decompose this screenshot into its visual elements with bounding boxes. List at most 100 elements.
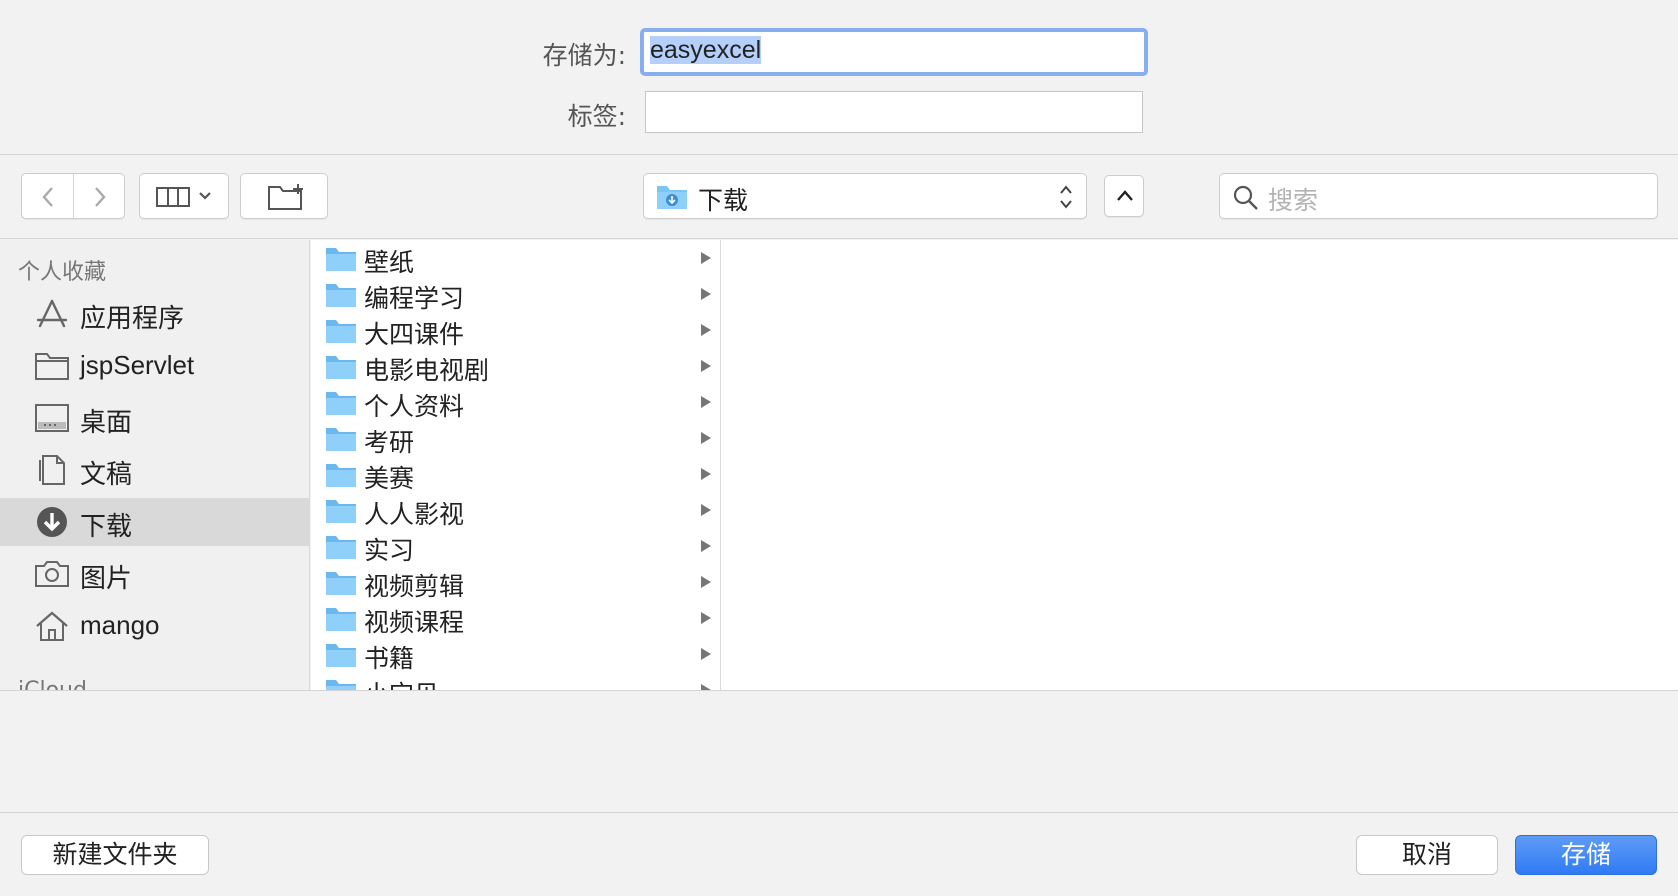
save-as-label: 存储为:: [542, 41, 626, 70]
sidebar-header-icloud: iCloud: [18, 678, 87, 690]
list-item-label: 书籍: [364, 644, 415, 673]
disclosure-arrow-icon: [701, 252, 711, 264]
save-as-field[interactable]: easyexcel: [640, 28, 1148, 76]
preview-pane: [721, 240, 1678, 690]
chevron-right-icon: [95, 187, 106, 207]
folder-icon: [326, 536, 356, 559]
divider: [0, 154, 1678, 155]
location-popup[interactable]: 下载: [643, 173, 1087, 219]
sidebar: 个人收藏 应用程序 jspServlet 桌面 文稿 下载 图片 mango: [0, 240, 310, 690]
sidebar-item-label: 桌面: [80, 407, 133, 437]
sidebar-item-label: 应用程序: [80, 303, 185, 333]
sidebar-header-favorites: 个人收藏: [18, 260, 107, 285]
list-item-label: 考研: [364, 428, 415, 457]
new-folder-button[interactable]: 新建文件夹: [21, 835, 209, 875]
list-item[interactable]: 人人影视: [311, 492, 720, 529]
chevron-up-icon: [1117, 190, 1133, 201]
list-item[interactable]: 书籍: [311, 636, 720, 673]
list-item[interactable]: 视频课程: [311, 600, 720, 637]
folder-icon: [326, 248, 356, 271]
disclosure-arrow-icon: [701, 324, 711, 336]
list-item[interactable]: 实习: [311, 528, 720, 565]
sidebar-item-downloads[interactable]: 下载: [0, 498, 309, 546]
list-item-label: 视频剪辑: [364, 572, 465, 601]
divider: [0, 812, 1678, 813]
sidebar-item-pictures[interactable]: 图片: [0, 550, 309, 598]
divider: [0, 238, 1678, 239]
sidebar-item-applications[interactable]: 应用程序: [0, 290, 309, 338]
disclosure-arrow-icon: [701, 576, 711, 588]
folder-icon: [35, 353, 69, 380]
desktop-icon: [35, 404, 69, 432]
search-field[interactable]: 搜索: [1219, 173, 1658, 219]
sidebar-item-jspservlet[interactable]: jspServlet: [0, 342, 309, 390]
folder-icon: [326, 284, 356, 307]
chevron-left-icon: [42, 187, 53, 207]
documents-icon: [39, 455, 65, 485]
pictures-icon: [35, 561, 69, 587]
chevron-down-icon: [199, 192, 211, 200]
disclosure-arrow-icon: [701, 648, 711, 660]
sidebar-item-label: 图片: [80, 563, 133, 593]
disclosure-arrow-icon: [701, 396, 711, 408]
list-item[interactable]: 壁纸: [311, 240, 720, 277]
home-icon: [36, 611, 68, 641]
list-item-label: 电影电视剧: [364, 356, 490, 385]
cancel-button[interactable]: 取消: [1356, 835, 1498, 875]
list-item-label: 编程学习: [364, 284, 465, 313]
list-item[interactable]: 大四课件: [311, 312, 720, 349]
sidebar-item-label: jspServlet: [80, 350, 195, 380]
forward-button[interactable]: [74, 174, 125, 218]
divider: [0, 690, 1678, 691]
list-item[interactable]: 小宝贝: [311, 672, 720, 690]
sidebar-item-documents[interactable]: 文稿: [0, 446, 309, 494]
list-item[interactable]: 编程学习: [311, 276, 720, 313]
columns-view-icon: [156, 187, 190, 207]
view-mode-button[interactable]: [139, 173, 229, 219]
list-item-label: 人人影视: [364, 500, 465, 529]
disclosure-arrow-icon: [701, 432, 711, 444]
list-item-label: 实习: [364, 536, 415, 565]
folder-icon: [326, 680, 356, 690]
tags-field[interactable]: [645, 91, 1143, 133]
folder-column: 壁纸编程学习大四课件电影电视剧个人资料考研美赛人人影视实习视频剪辑视频课程书籍小…: [311, 240, 721, 690]
nav-buttons: [21, 173, 125, 219]
list-item-label: 美赛: [364, 464, 415, 493]
disclosure-arrow-icon: [701, 540, 711, 552]
collapse-button[interactable]: [1104, 175, 1144, 217]
location-label: 下载: [698, 186, 749, 215]
save-button[interactable]: 存储: [1515, 835, 1657, 875]
save-as-value: easyexcel: [650, 36, 762, 64]
disclosure-arrow-icon: [701, 504, 711, 516]
folder-icon: [326, 464, 356, 487]
list-item[interactable]: 视频剪辑: [311, 564, 720, 601]
folder-icon: [326, 572, 356, 595]
sidebar-item-label: 文稿: [80, 459, 133, 489]
list-item-label: 壁纸: [364, 248, 415, 277]
search-placeholder: 搜索: [1268, 186, 1319, 215]
folder-icon: [326, 608, 356, 631]
back-button[interactable]: [22, 174, 73, 218]
disclosure-arrow-icon: [701, 360, 711, 372]
list-item[interactable]: 个人资料: [311, 384, 720, 421]
list-item-label: 个人资料: [364, 392, 465, 421]
list-item-label: 小宝贝: [364, 675, 439, 690]
folder-icon: [326, 320, 356, 343]
list-item[interactable]: 考研: [311, 420, 720, 457]
folder-icon: [326, 644, 356, 667]
folder-icon: [326, 356, 356, 379]
list-item-label: 大四课件: [364, 320, 465, 349]
disclosure-arrow-icon: [701, 468, 711, 480]
disclosure-arrow-icon: [701, 612, 711, 624]
list-item[interactable]: 电影电视剧: [311, 348, 720, 385]
downloads-icon: [37, 507, 67, 537]
new-folder-toolbar-button[interactable]: [240, 173, 328, 219]
folder-icon: [326, 392, 356, 415]
tags-label: 标签:: [567, 102, 626, 131]
sidebar-item-label: 下载: [80, 511, 133, 541]
sidebar-item-desktop[interactable]: 桌面: [0, 394, 309, 442]
list-item[interactable]: 美赛: [311, 456, 720, 493]
sidebar-item-label: mango: [80, 610, 160, 640]
search-icon: [1233, 185, 1258, 210]
sidebar-item-home[interactable]: mango: [0, 602, 309, 650]
